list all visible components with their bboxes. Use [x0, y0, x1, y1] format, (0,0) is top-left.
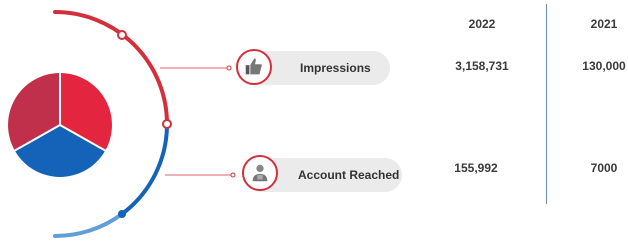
thumbs-up-icon: [236, 49, 272, 85]
user-group-icon: [242, 155, 278, 191]
column-divider: [546, 4, 547, 204]
column-header-2021: 2021: [590, 17, 618, 31]
account-reached-value-2022: 155,992: [454, 161, 498, 175]
arc-blue-segment: [120, 123, 170, 216]
arc-node-top: [117, 30, 127, 40]
impressions-value-2021: 130,000: [582, 59, 626, 73]
column-header-2022: 2022: [468, 17, 496, 31]
infographic-graphic: [8, 10, 236, 239]
impressions-value-2022: 3,158,731: [455, 59, 509, 73]
metric-label-impressions: Impressions: [300, 61, 371, 75]
arc-node-bottom: [118, 210, 126, 218]
arc-node-middle: [162, 119, 172, 129]
account-reached-value-2021: 7000: [590, 161, 618, 175]
metric-label-account-reached: Account Reached: [298, 168, 400, 182]
pie-chart: [8, 72, 112, 177]
arc-light-blue-segment: [53, 212, 124, 239]
